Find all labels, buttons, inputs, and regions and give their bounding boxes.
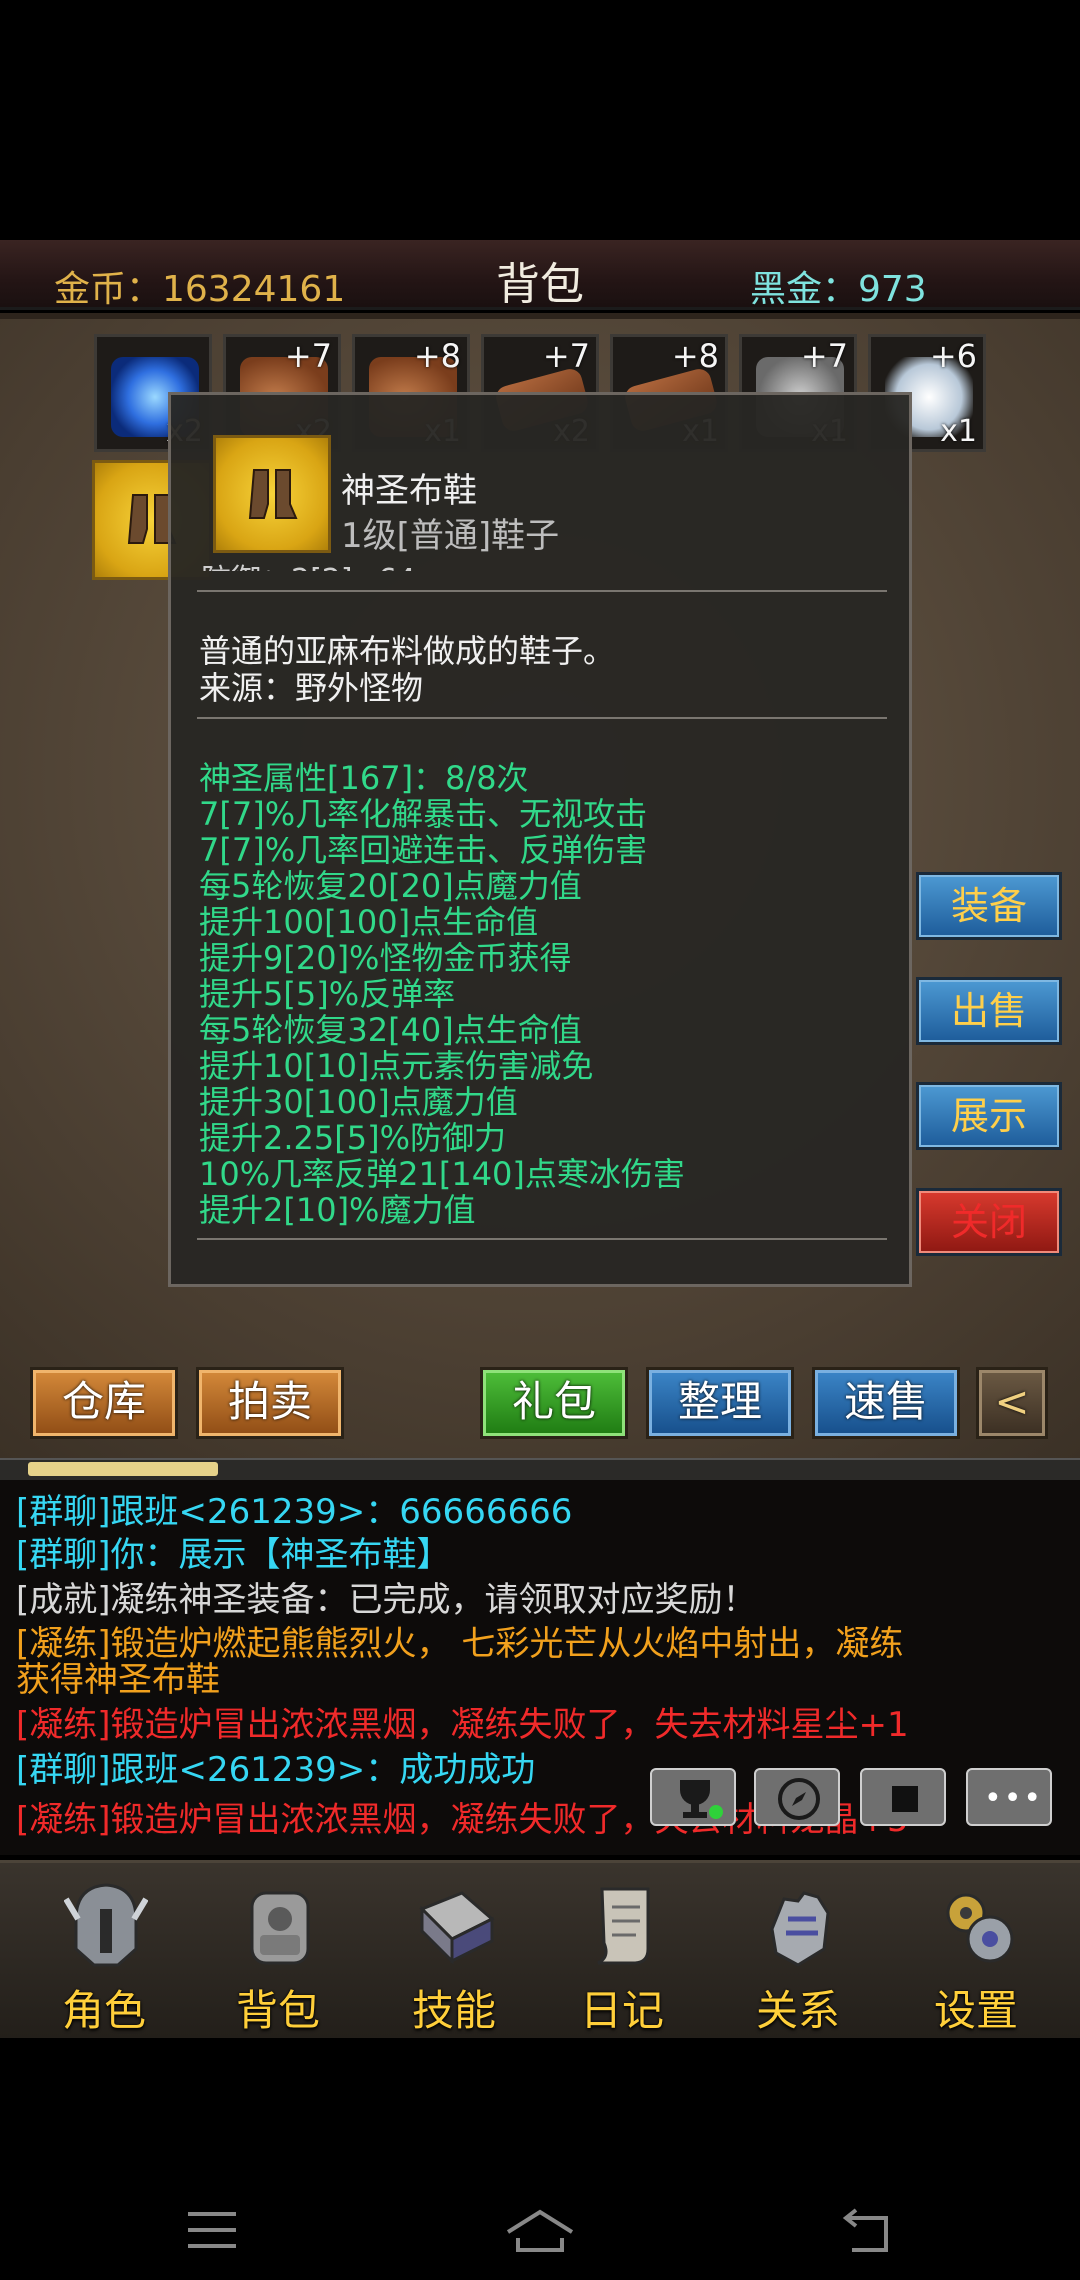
equip-button[interactable]: 装备	[916, 872, 1062, 940]
nav-item-skill[interactable]: 技能	[374, 1863, 534, 2041]
bag-header: 金币：16324161 背包 黑金：973	[0, 240, 1080, 310]
boot-icon	[248, 469, 298, 519]
chat-message: [成就]凝练神圣装备：已完成，请领取对应奖励！	[16, 1580, 757, 1620]
item-type: 1级[普通]鞋子	[341, 516, 560, 556]
nav-label: 日记	[579, 1986, 664, 2035]
item-defense-line: 防御：2[2]+64	[201, 555, 416, 571]
compass-icon[interactable]	[754, 1768, 840, 1826]
chat-tab-active[interactable]	[28, 1462, 218, 1476]
nav-item-diary[interactable]: 日记	[542, 1863, 702, 2041]
menu-icon[interactable]	[186, 2210, 238, 2250]
nav-label: 背包	[235, 1986, 320, 2035]
sort-button[interactable]: 整理	[646, 1367, 794, 1439]
enhance-level: +8	[413, 337, 461, 375]
show-button[interactable]: 展示	[916, 1082, 1062, 1150]
attribute-line: 7[7]%几率化解暴击、无视攻击	[199, 795, 648, 833]
nav-item-role[interactable]: 角色	[24, 1863, 184, 2041]
nav-label: 技能	[411, 1986, 496, 2035]
chat-tab-bar	[0, 1458, 1080, 1480]
attribute-line: 提升10[10]点元素伤害减免	[199, 1047, 594, 1085]
item-attributes: 神圣属性[167]：8/8次 7[7]%几率化解暴击、无视攻击 7[7]%几率回…	[199, 760, 685, 1228]
skill-book-icon	[419, 1891, 495, 1965]
description-line: 来源：野外怪物	[199, 669, 424, 707]
divider	[197, 717, 887, 719]
attribute-line: 每5轮恢复32[40]点生命值	[199, 1011, 582, 1049]
attribute-line: 7[7]%几率回避连击、反弹伤害	[199, 831, 648, 869]
item-name: 神圣布鞋	[341, 471, 477, 511]
quick-sell-button[interactable]: 速售	[812, 1367, 960, 1439]
nav-item-settings[interactable]: 设置	[896, 1863, 1056, 2041]
item-tooltip: 神圣布鞋 1级[普通]鞋子 防御：2[2]+64 普通的亚麻布料做成的鞋子。 来…	[168, 392, 912, 1287]
chat-message: [凝练]锻造炉燃起熊熊烈火， 七彩光芒从火焰中射出，凝练	[16, 1624, 904, 1664]
gift-button[interactable]: 礼包	[480, 1367, 628, 1439]
attribute-line: 每5轮恢复20[20]点魔力值	[199, 867, 582, 905]
backpack-icon	[250, 1891, 310, 1965]
close-button[interactable]: 关闭	[916, 1188, 1062, 1256]
auction-button[interactable]: 拍卖	[196, 1367, 344, 1439]
divider	[197, 590, 887, 592]
home-icon[interactable]	[504, 2208, 576, 2254]
enhance-level: +7	[542, 337, 590, 375]
helmet-icon	[64, 1883, 148, 1967]
attribute-line: 提升2.25[5]%防御力	[199, 1119, 506, 1157]
attribute-line: 提升100[100]点生命值	[199, 903, 539, 941]
chat-message: [群聊]跟班<261239>：成功成功	[16, 1750, 536, 1790]
enhance-level: +7	[800, 337, 848, 375]
sell-button[interactable]: 出售	[916, 977, 1062, 1045]
system-nav-bar	[0, 2130, 1080, 2280]
chat-message: 获得神圣布鞋	[16, 1660, 220, 1700]
item-description: 普通的亚麻布料做成的鞋子。 来源：野外怪物	[199, 633, 615, 707]
attribute-line: 提升30[100]点魔力值	[199, 1083, 518, 1121]
back-nav-icon[interactable]	[842, 2208, 896, 2254]
attribute-line: 提升9[20]%怪物金币获得	[199, 939, 572, 977]
stop-icon[interactable]	[860, 1768, 946, 1826]
trophy-icon[interactable]	[650, 1768, 736, 1826]
bottom-nav: 角色 背包 技能 日记 关系 设置	[0, 1860, 1080, 2038]
chat-message: [凝练]锻造炉冒出浓浓黑烟，凝练失败了，失去材料星尘+1	[16, 1705, 909, 1745]
attribute-line: 提升5[5]%反弹率	[199, 975, 456, 1013]
attribute-line: 提升2[10]%魔力值	[199, 1191, 476, 1229]
attribute-line: 10%几率反弹21[140]点寒冰伤害	[199, 1155, 685, 1193]
item-count: x1	[940, 414, 977, 449]
enhance-level: +7	[284, 337, 332, 375]
nav-item-bag[interactable]: 背包	[198, 1863, 358, 2041]
black-gold-balance: 黑金：973	[750, 269, 927, 310]
divider	[197, 1238, 887, 1240]
enhance-level: +6	[929, 337, 977, 375]
item-icon-frame	[213, 435, 331, 553]
chat-bubble-icon[interactable]: •••	[966, 1768, 1052, 1826]
description-line: 普通的亚麻布料做成的鞋子。	[199, 632, 616, 670]
gauntlet-icon	[770, 1891, 830, 1967]
scroll-icon	[597, 1887, 650, 1965]
chat-message: [群聊]跟班<261239>：66666666	[16, 1492, 573, 1532]
nav-label: 角色	[61, 1986, 146, 2035]
attribute-line: 神圣属性[167]：8/8次	[199, 759, 529, 797]
nav-item-relation[interactable]: 关系	[718, 1863, 878, 2041]
enhance-level: +8	[671, 337, 719, 375]
chat-message[interactable]: [群聊]你：展示【神圣布鞋】	[16, 1535, 451, 1575]
nav-label: 设置	[933, 1986, 1018, 2035]
nav-label: 关系	[755, 1986, 840, 2035]
warehouse-button[interactable]: 仓库	[30, 1367, 178, 1439]
back-button[interactable]: <	[976, 1367, 1048, 1439]
gear-icon	[946, 1893, 1014, 1963]
